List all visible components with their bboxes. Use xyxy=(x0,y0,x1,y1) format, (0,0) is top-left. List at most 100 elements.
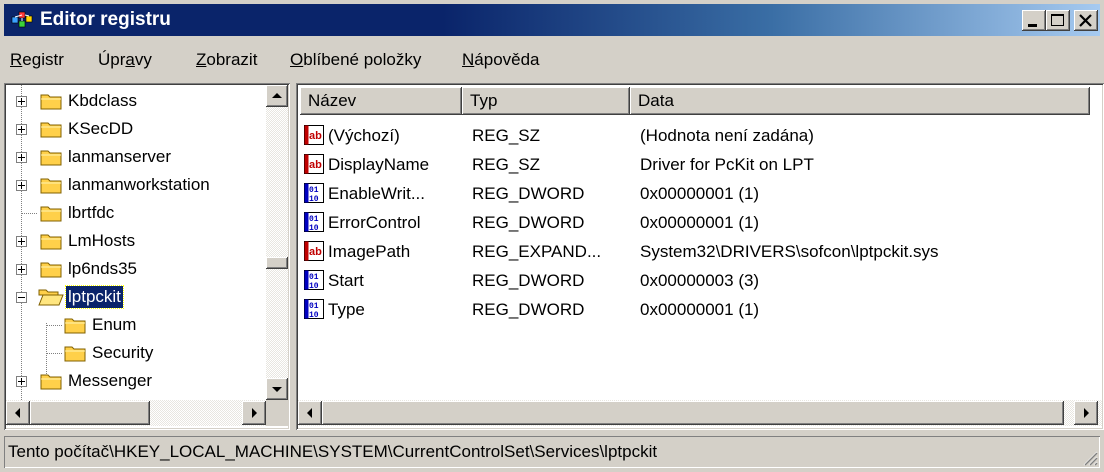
expand-icon[interactable] xyxy=(16,124,27,135)
menu-bar: Registr Úpravy Zobrazit Oblíbené položky… xyxy=(4,38,1100,76)
svg-text:ab: ab xyxy=(309,246,322,258)
value-name: Type xyxy=(328,300,365,319)
value-name: ErrorControl xyxy=(328,213,421,232)
tree-connector xyxy=(22,213,38,214)
value-type: REG_SZ xyxy=(472,155,541,174)
value-name: (Výchozí) xyxy=(328,126,400,145)
tree-vertical-scrollbar[interactable] xyxy=(266,85,288,400)
value-data: 0x00000001 (1) xyxy=(640,184,760,203)
value-row[interactable]: ab DisplayName REG_SZ Driver for PcKit on L… xyxy=(300,150,1090,180)
folder-icon xyxy=(40,234,62,250)
window-title: Editor registru xyxy=(40,9,171,30)
value-row[interactable]: ab (Výchozí) REG_SZ (Hodnota není zadána) xyxy=(300,121,1090,151)
expand-icon[interactable] xyxy=(16,96,27,107)
close-button[interactable] xyxy=(1074,10,1098,31)
tree-item-label: lanmanserver xyxy=(68,147,171,166)
tree-item-label: lbrtfdc xyxy=(68,203,115,222)
folder-icon xyxy=(40,94,62,110)
list-scroll-right-button[interactable] xyxy=(1074,401,1098,425)
tree-scroll-thumb[interactable] xyxy=(266,257,288,269)
value-row[interactable]: ab ImagePath REG_EXPAND... System32\DRIVERS… xyxy=(300,237,1090,267)
tree-scroll-up-button[interactable] xyxy=(266,85,288,107)
menu-oblibene-polozky[interactable]: Oblíbené položky xyxy=(290,50,421,70)
expand-icon[interactable] xyxy=(16,180,27,191)
tree-horizontal-scroll-thumb[interactable] xyxy=(30,401,150,425)
folder-icon xyxy=(40,178,62,194)
status-bar: Tento počítač\HKEY_LOCAL_MACHINE\SYSTEM\… xyxy=(4,436,1100,468)
menu-zobrazit[interactable]: Zobrazit xyxy=(196,50,257,70)
binary-value-icon: 01 10 xyxy=(304,183,324,204)
value-name: EnableWrit... xyxy=(328,184,426,203)
folder-icon xyxy=(40,150,62,166)
arrow-right-icon xyxy=(252,408,257,418)
title-bar[interactable]: Editor registru xyxy=(4,4,1100,36)
value-type: REG_SZ xyxy=(472,126,541,145)
tree-scroll-left-button[interactable] xyxy=(6,401,30,425)
tree-connector xyxy=(47,353,63,354)
value-name: DisplayName xyxy=(328,155,430,174)
open-folder-icon xyxy=(38,289,64,306)
value-type: REG_DWORD xyxy=(472,213,585,232)
value-row[interactable]: 01 10 EnableWrit... REG_DWORD 0x00000001 (1) xyxy=(300,179,1090,209)
menu-upravy[interactable]: Úpravy xyxy=(98,50,152,70)
expand-icon[interactable] xyxy=(16,376,27,387)
key-tree-pane[interactable]: Kbdclass KSecDD lanmanserver lanmanworks… xyxy=(4,83,290,430)
folder-icon xyxy=(40,374,62,390)
svg-text:10: 10 xyxy=(309,282,319,290)
value-data: 0x00000001 (1) xyxy=(640,300,760,319)
key-tree: Kbdclass KSecDD lanmanserver lanmanworks… xyxy=(6,85,268,400)
collapse-icon[interactable] xyxy=(16,292,27,303)
tree-item-label: lp6nds35 xyxy=(68,259,138,278)
string-value-icon: ab xyxy=(304,241,324,261)
svg-text:10: 10 xyxy=(309,311,319,319)
value-row[interactable]: 01 10 Start REG_DWORD 0x00000003 (3) xyxy=(300,266,1090,296)
svg-text:10: 10 xyxy=(309,195,319,203)
binary-value-icon: 01 10 xyxy=(304,212,324,233)
value-data: 0x00000001 (1) xyxy=(640,213,760,232)
arrow-right-icon xyxy=(1084,408,1089,418)
svg-text:01: 01 xyxy=(309,302,319,311)
folder-icon xyxy=(40,122,62,138)
tree-item-label: lanmanworkstation xyxy=(68,175,210,194)
menu-registr[interactable]: Registr xyxy=(10,50,64,70)
tree-connector xyxy=(47,325,63,326)
binary-value-icon: 01 10 xyxy=(304,299,324,320)
value-type: REG_DWORD xyxy=(472,300,585,319)
column-header-name[interactable]: Název xyxy=(300,87,462,115)
value-name: ImagePath xyxy=(328,242,411,261)
tree-item-label: Kbdclass xyxy=(68,91,137,110)
value-name: Start xyxy=(328,271,364,290)
maximize-button[interactable] xyxy=(1046,10,1070,31)
column-header-data[interactable]: Data xyxy=(630,87,1090,115)
value-row[interactable]: 01 10 Type REG_DWORD 0x00000001 (1) xyxy=(300,295,1090,325)
menu-napoveda[interactable]: Nápověda xyxy=(462,50,540,70)
tree-item-label: lptpckit xyxy=(65,285,124,309)
folder-icon xyxy=(40,206,62,222)
arrow-up-icon xyxy=(272,93,282,98)
expand-icon[interactable] xyxy=(16,264,27,275)
tree-item-label: KSecDD xyxy=(68,119,134,138)
tree-scroll-down-button[interactable] xyxy=(266,378,288,400)
list-scroll-left-button[interactable] xyxy=(298,401,322,425)
value-row[interactable]: 01 10 ErrorControl REG_DWORD 0x00000001 (1) xyxy=(300,208,1090,238)
folder-icon xyxy=(64,346,86,362)
expand-icon[interactable] xyxy=(16,152,27,163)
expand-icon[interactable] xyxy=(16,236,27,247)
list-horizontal-scroll-thumb[interactable] xyxy=(322,401,1064,425)
maximize-icon xyxy=(1051,14,1064,26)
arrow-down-icon xyxy=(272,387,282,392)
tree-scroll-right-button[interactable] xyxy=(242,401,266,425)
tree-item-label: Enum xyxy=(92,315,137,334)
binary-value-icon: 01 10 xyxy=(304,270,324,291)
minimize-button[interactable] xyxy=(1022,10,1046,31)
tree-item-label: Messenger xyxy=(68,371,153,390)
string-value-icon: ab xyxy=(304,154,324,174)
svg-text:10: 10 xyxy=(309,224,319,232)
column-header-type[interactable]: Typ xyxy=(462,87,630,115)
values-list-pane[interactable]: Název Typ Data ab (Výchozí) REG_SZ (Hodnota… xyxy=(296,83,1104,430)
value-data: (Hodnota není zadána) xyxy=(640,126,814,145)
svg-text:01: 01 xyxy=(309,186,319,195)
resize-grip-icon[interactable] xyxy=(1080,448,1098,466)
tree-item-label: Security xyxy=(92,343,154,362)
value-type: REG_EXPAND... xyxy=(472,242,602,261)
